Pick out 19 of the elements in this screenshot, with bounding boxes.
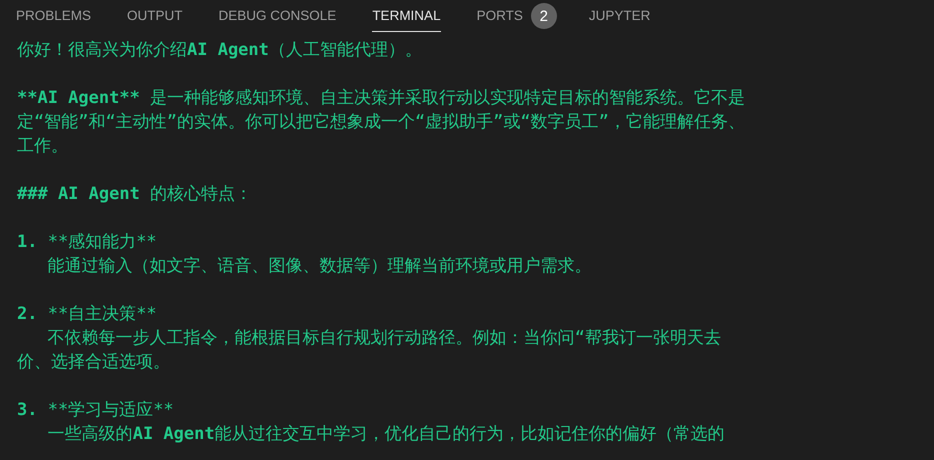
panel-tab[interactable]: PROBLEMS <box>16 0 92 32</box>
terminal-line: 能通过输入（如文字、语音、图像、数据等）理解当前环境或用户需求。 <box>46 255 592 278</box>
terminal-line: 定“智能”和“主动性”的实体。你可以把它想象成一个“虚拟助手”或“数字员工”，它能理解任务、 <box>17 111 745 134</box>
terminal-line: **AI Agent** 是一种能够感知环境、自主决策并采取行动以实现特定目标的智能系统。它不是 <box>17 87 746 110</box>
panel-tab[interactable]: TERMINAL <box>372 0 441 32</box>
panel-tab[interactable]: DEBUG CONSOLE <box>218 0 336 32</box>
terminal-line: 价、选择合适选项。 <box>17 351 170 374</box>
terminal-line: 3. **学习与适应** <box>17 399 174 422</box>
count-badge: 2 <box>530 3 557 29</box>
panel-tab[interactable]: OUTPUT <box>127 0 183 32</box>
panel-tab[interactable]: PORTS <box>476 0 523 32</box>
terminal-line: ### AI Agent 的核心特点： <box>17 183 252 206</box>
terminal-line: 一些高级的AI Agent能从过往交互中学习，优化自己的行为，比如记住你的偏好（常选的 <box>46 423 725 446</box>
terminal-line: 2. **自主决策** <box>17 303 157 326</box>
terminal-line: 你好！很高兴为你介绍AI Agent（人工智能代理）。 <box>17 39 422 62</box>
panel-tab[interactable]: JUPYTER <box>588 0 650 32</box>
terminal-line: 1. **感知能力** <box>17 231 157 254</box>
terminal-line: 工作。 <box>17 135 68 158</box>
terminal-line: 不依赖每一步人工指令，能根据目标自行规划行动路径。例如：当你问“帮我订一张明天去 <box>46 327 721 350</box>
